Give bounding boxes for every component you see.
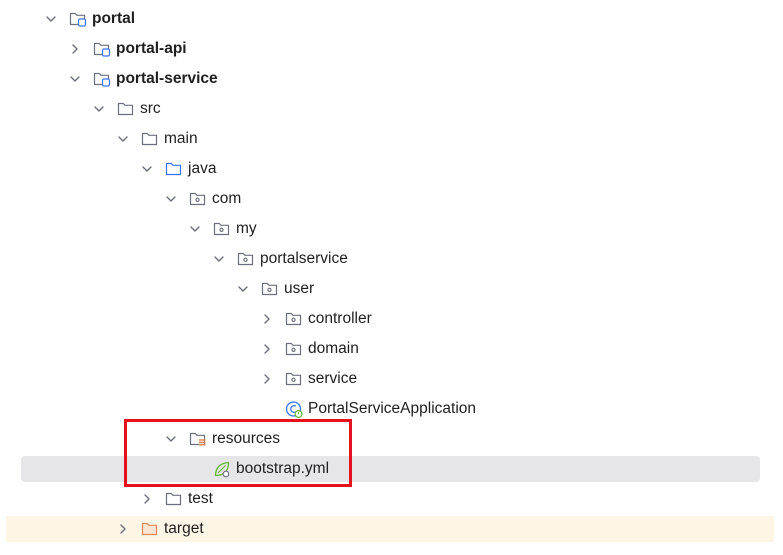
chevron-right-icon[interactable] xyxy=(68,42,82,56)
tree-item-label: portal xyxy=(92,10,136,27)
module-folder-icon xyxy=(93,42,111,57)
spring-boot-class-icon xyxy=(285,401,303,418)
tree-item-label: resources xyxy=(212,430,281,447)
tree-item-label: PortalServiceApplication xyxy=(308,400,477,417)
chevron-right-icon[interactable] xyxy=(260,312,274,326)
tree-row-service[interactable]: service xyxy=(0,364,783,394)
chevron-right-icon[interactable] xyxy=(140,492,154,506)
tree-row-domain[interactable]: domain xyxy=(0,334,783,364)
folder-icon xyxy=(117,102,134,116)
tree-row-bootstrap-yml[interactable]: bootstrap.yml xyxy=(0,454,783,484)
folder-icon xyxy=(165,492,182,506)
tree-item-label: user xyxy=(284,280,315,297)
chevron-right-icon[interactable] xyxy=(260,372,274,386)
tree-item-label: com xyxy=(212,190,242,207)
chevron-down-icon[interactable] xyxy=(164,432,178,446)
tree-item-label: portal-service xyxy=(116,70,218,87)
selection-highlight xyxy=(21,456,760,482)
chevron-down-icon[interactable] xyxy=(92,102,106,116)
tree-item-label: bootstrap.yml xyxy=(236,460,330,477)
package-icon xyxy=(285,312,302,326)
folder-icon xyxy=(141,132,158,146)
tree-item-label: test xyxy=(188,490,213,507)
tree-item-label: my xyxy=(236,220,257,237)
tree-item-label: src xyxy=(140,100,161,117)
tree-row-test[interactable]: test xyxy=(0,484,783,514)
module-folder-icon xyxy=(93,72,111,87)
module-folder-icon xyxy=(69,12,87,27)
chevron-down-icon[interactable] xyxy=(44,12,58,26)
package-icon xyxy=(213,222,230,236)
tree-row-controller[interactable]: controller xyxy=(0,304,783,334)
tree-item-label: java xyxy=(188,160,217,177)
project-tree: portal portal-api portal-service src main jav… xyxy=(0,0,783,555)
tree-row-resources[interactable]: resources xyxy=(0,424,783,454)
spring-config-icon xyxy=(214,461,230,478)
chevron-down-icon[interactable] xyxy=(188,222,202,236)
tree-row-java[interactable]: java xyxy=(0,154,783,184)
chevron-right-icon[interactable] xyxy=(116,522,130,536)
tree-row-main[interactable]: main xyxy=(0,124,783,154)
chevron-right-icon[interactable] xyxy=(260,342,274,356)
chevron-down-icon[interactable] xyxy=(164,192,178,206)
chevron-down-icon[interactable] xyxy=(68,72,82,86)
chevron-down-icon[interactable] xyxy=(140,162,154,176)
tree-row-portal-service[interactable]: portal-service xyxy=(0,64,783,94)
tree-row-com[interactable]: com xyxy=(0,184,783,214)
tree-item-label: portal-api xyxy=(116,40,187,57)
tree-item-label: domain xyxy=(308,340,359,357)
tree-row-portalservice[interactable]: portalservice xyxy=(0,244,783,274)
package-icon xyxy=(285,342,302,356)
tree-row-src[interactable]: src xyxy=(0,94,783,124)
package-icon xyxy=(285,372,302,386)
tree-row-my[interactable]: my xyxy=(0,214,783,244)
chevron-down-icon[interactable] xyxy=(212,252,226,266)
excluded-folder-icon xyxy=(141,522,158,536)
resources-folder-icon xyxy=(189,432,206,446)
source-folder-icon xyxy=(165,162,182,176)
package-icon xyxy=(237,252,254,266)
tree-row-portal-api[interactable]: portal-api xyxy=(0,34,783,64)
package-icon xyxy=(189,192,206,206)
tree-row-portal[interactable]: portal xyxy=(0,4,783,34)
tree-row-portalserviceapplication[interactable]: PortalServiceApplication xyxy=(0,394,783,424)
tree-row-user[interactable]: user xyxy=(0,274,783,304)
tree-item-label: target xyxy=(164,520,204,537)
package-icon xyxy=(261,282,278,296)
tree-item-label: main xyxy=(164,130,198,147)
tree-item-label: controller xyxy=(308,310,372,327)
tree-item-label: service xyxy=(308,370,358,387)
tree-item-label: portalservice xyxy=(260,250,348,267)
tree-row-target[interactable]: target xyxy=(0,514,783,544)
chevron-down-icon[interactable] xyxy=(236,282,250,296)
chevron-down-icon[interactable] xyxy=(116,132,130,146)
